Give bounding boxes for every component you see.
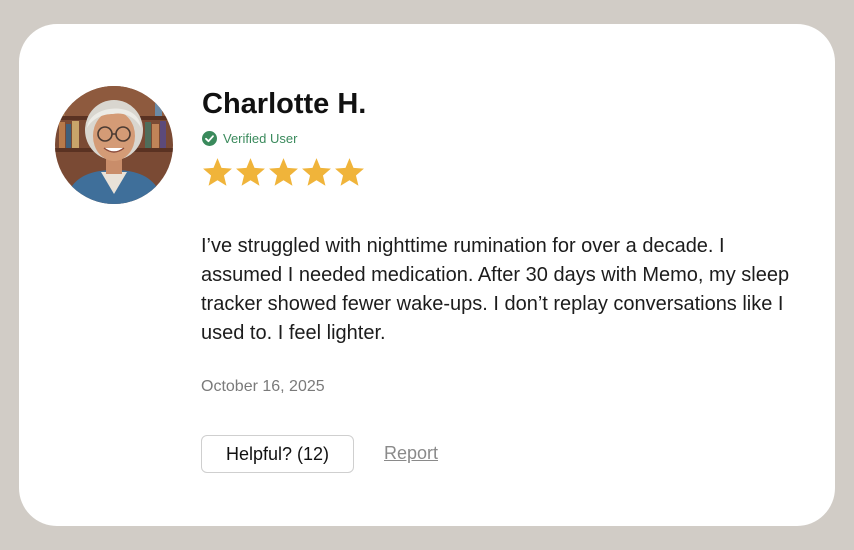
star-icon xyxy=(234,156,267,189)
star-icon xyxy=(267,156,300,189)
star-icon xyxy=(201,156,234,189)
review-card: Charlotte H. Verified User I’ve struggle… xyxy=(19,24,835,526)
star-rating xyxy=(201,156,366,190)
star-icon xyxy=(333,156,366,189)
verified-badge: Verified User xyxy=(202,129,297,147)
report-link[interactable]: Report xyxy=(384,443,438,464)
helpful-button[interactable]: Helpful? (12) xyxy=(201,435,354,473)
author-name: Charlotte H. xyxy=(202,88,367,120)
check-circle-icon xyxy=(202,130,217,146)
avatar-image xyxy=(55,86,173,204)
avatar xyxy=(55,86,173,204)
review-date: October 16, 2025 xyxy=(201,378,325,395)
review-text: I’ve struggled with nighttime rumination… xyxy=(201,235,790,344)
verified-label: Verified User xyxy=(223,130,298,146)
star-icon xyxy=(300,156,333,189)
